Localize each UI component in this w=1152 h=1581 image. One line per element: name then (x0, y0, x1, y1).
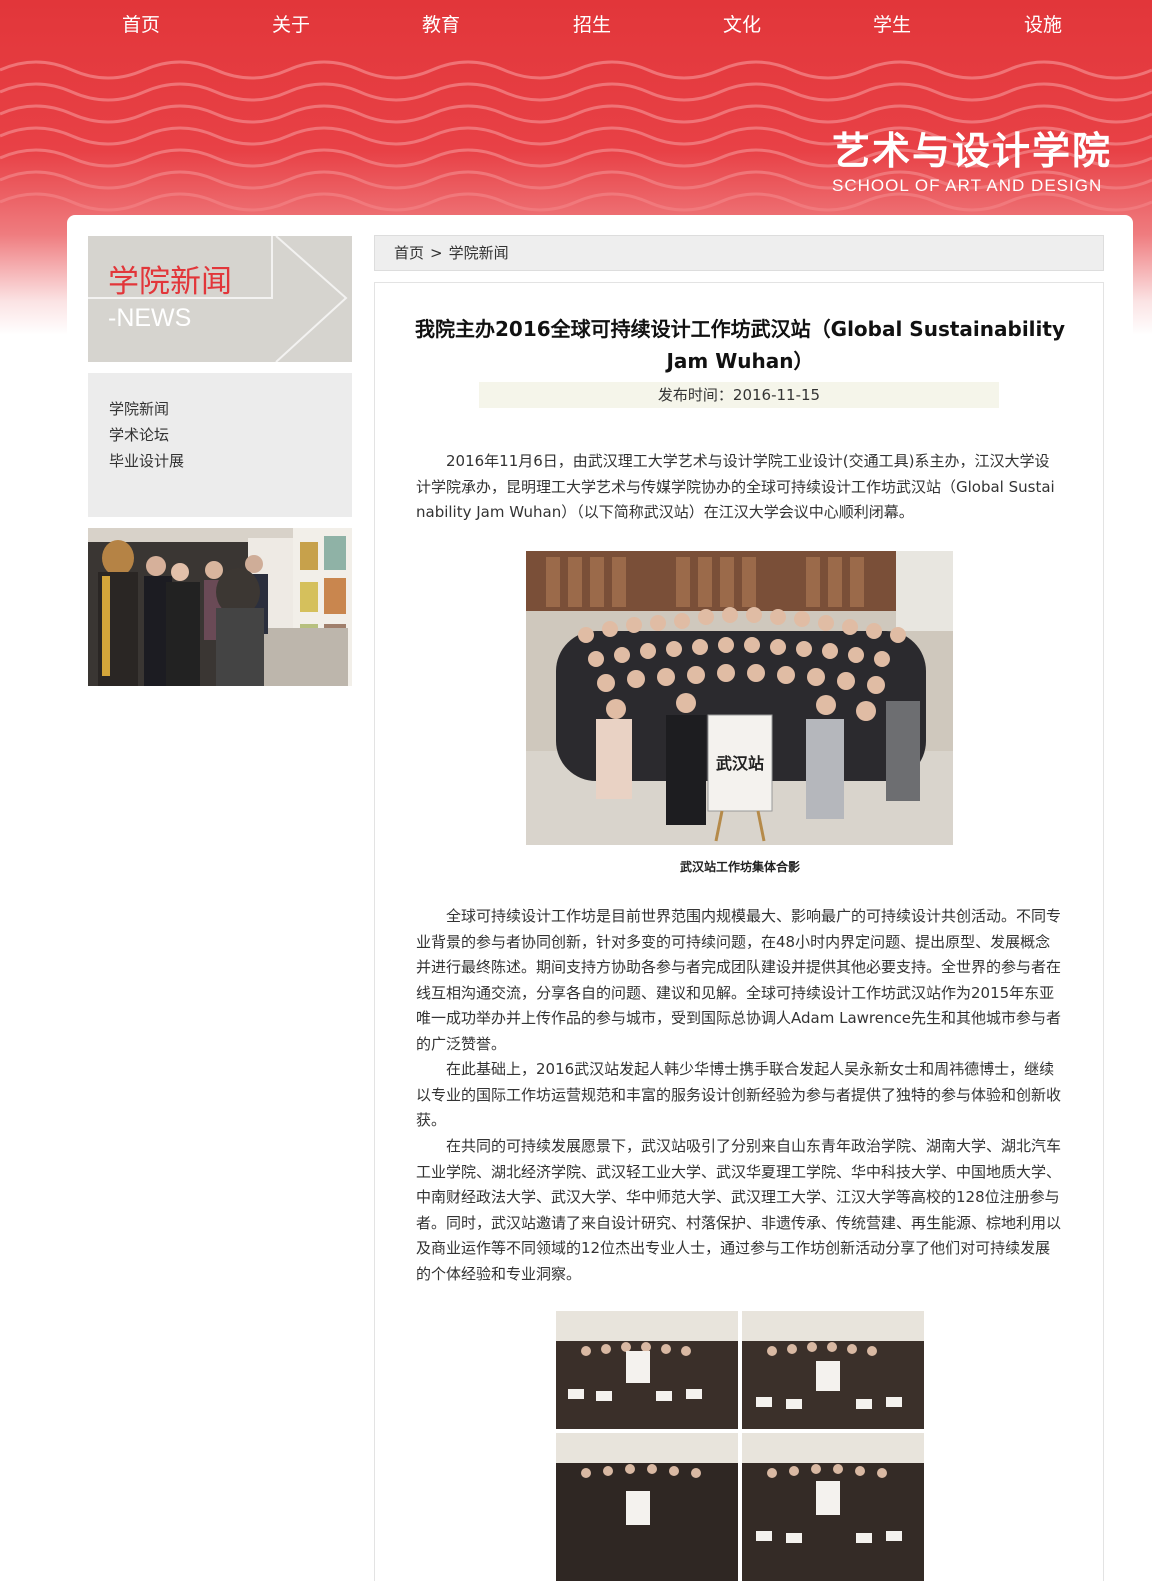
nav-item-education[interactable]: 教育 (422, 10, 460, 37)
sidebar-item-graduation-exhibition[interactable]: 毕业设计展 (109, 448, 352, 474)
article-title: 我院主办2016全球可持续设计工作坊武汉站（Global Sustainabil… (415, 317, 1065, 373)
article-box: 我院主办2016全球可持续设计工作坊武汉站（Global Sustainabil… (374, 282, 1104, 1581)
team-photos-image (556, 1311, 924, 1581)
breadcrumb-separator: > (430, 244, 443, 262)
article-paragraph-3: 在共同的可持续发展愿景下，武汉站吸引了分别来自山东青年政治学院、湖南大学、湖北汽… (416, 1137, 1062, 1283)
breadcrumb: 首页 > 学院新闻 (374, 235, 1104, 271)
main-nav: 首页 关于 教育 招生 文化 学生 设施 (0, 0, 1152, 48)
group-photo-image: 武汉站 (526, 551, 953, 845)
sidebar-photo (88, 528, 352, 686)
team-photos-grid (556, 1311, 924, 1581)
article-paragraph-2: 在此基础上，2016武汉站发起人韩少华博士携手联合发起人吴永新女士和周祎德博士，… (416, 1060, 1062, 1129)
sidebar-menu: 学院新闻 学术论坛 毕业设计展 (88, 373, 352, 517)
nav-item-about[interactable]: 关于 (272, 10, 310, 37)
school-logo[interactable]: 艺术与设计学院 SCHOOL OF ART AND DESIGN (832, 128, 1112, 196)
nav-item-admissions[interactable]: 招生 (573, 10, 611, 37)
group-photo: 武汉站 (526, 551, 953, 845)
nav-item-facilities[interactable]: 设施 (1024, 10, 1062, 37)
nav-item-culture[interactable]: 文化 (723, 10, 761, 37)
nav-item-home[interactable]: 首页 (122, 10, 160, 37)
article-paragraph-1: 全球可持续设计工作坊是目前世界范围内规模最大、影响最广的可持续设计共创活动。不同… (416, 907, 1062, 1053)
poster-title: 武汉站 (716, 754, 764, 773)
logo-english-name: SCHOOL OF ART AND DESIGN (831, 176, 1103, 195)
breadcrumb-home-link[interactable]: 首页 (394, 244, 424, 262)
sidebar-item-academic-forum[interactable]: 学术论坛 (109, 422, 352, 448)
exhibition-photo-image (88, 528, 352, 686)
sidebar-subtitle: -NEWS (108, 304, 192, 332)
publish-date: 发布时间：2016-11-15 (479, 382, 999, 408)
photo-caption: 武汉站工作坊集体合影 (679, 860, 800, 874)
sidebar-item-college-news[interactable]: 学院新闻 (109, 396, 352, 422)
logo-chinese-name: 艺术与设计学院 (831, 129, 1112, 173)
sidebar-title: 学院新闻 (108, 264, 232, 300)
article-paragraph-intro: 2016年11月6日，由武汉理工大学艺术与设计学院工业设计(交通工具)系主办，江… (416, 452, 1055, 521)
breadcrumb-current-link[interactable]: 学院新闻 (449, 244, 509, 262)
sidebar-title-block: 学院新闻 -NEWS (88, 236, 352, 362)
nav-item-students[interactable]: 学生 (873, 10, 911, 37)
